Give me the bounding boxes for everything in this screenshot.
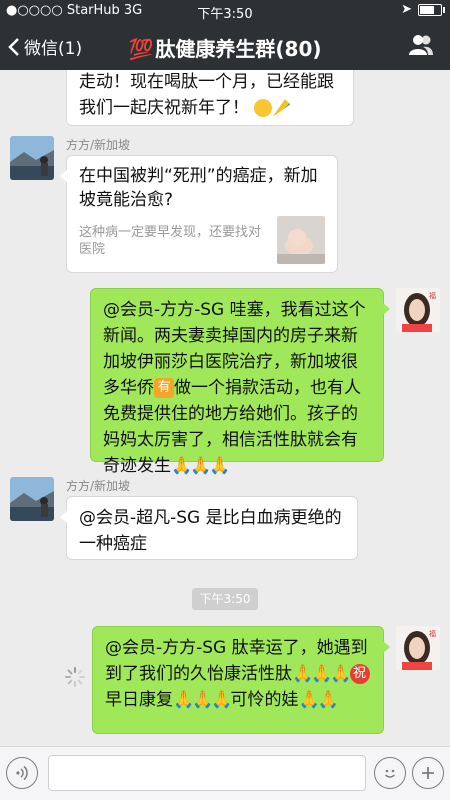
hundred-points-icon: 💯 — [128, 37, 154, 61]
chat-title: 💯 肽健康养生群(80) — [0, 33, 450, 62]
location-icon: ➤ — [401, 2, 412, 17]
message-text: 早日康复 — [105, 690, 173, 710]
group-members-button[interactable] — [408, 34, 434, 60]
group-name: 肽健康养生群(80) — [155, 37, 322, 61]
party-popper-icon — [272, 99, 291, 117]
time-divider: 下午3:50 — [192, 588, 258, 610]
voice-button[interactable] — [6, 757, 38, 789]
pray-emoji-icon: 🙏🙏🙏 — [171, 456, 230, 476]
nav-bar: 微信(1) 💯 肽健康养生群(80) — [0, 22, 450, 70]
avatar[interactable] — [10, 477, 54, 521]
status-bar: ●○○○○ StarHub 3G 下午3:50 ➤ — [0, 0, 450, 22]
battery-icon — [418, 3, 445, 16]
sender-name: 方方/新加坡 — [66, 479, 131, 493]
have-emoji-icon: 有 — [154, 378, 174, 398]
link-card[interactable]: 在中国被判“死刑”的癌症，新加坡竟能治愈? 这种病一定要早发现，还要找对医院 — [60, 155, 338, 273]
message-input[interactable] — [48, 755, 366, 791]
pray-emoji-icon: 🙏🙏🙏 — [292, 664, 351, 684]
status-time: 下午3:50 — [197, 7, 253, 22]
card-description: 这种病一定要早发现，还要找对医院 — [79, 225, 262, 257]
chat-area[interactable]: 走动！现在喝肽一个月，已经能跟我们一起庆祝新年了！ 方方/新加坡 在中国被判“死… — [0, 70, 450, 746]
svg-text:福: 福 — [429, 629, 436, 638]
message-text: 走动！现在喝肽一个月，已经能跟我们一起庆祝新年了！ — [79, 72, 334, 118]
smiley-icon — [385, 769, 395, 778]
message-bubble[interactable]: 走动！现在喝肽一个月，已经能跟我们一起庆祝新年了！ — [66, 70, 354, 126]
card-title: 在中国被判“死刑”的癌症，新加坡竟能治愈? — [79, 166, 318, 210]
more-button[interactable] — [412, 757, 444, 789]
sending-spinner-icon — [65, 667, 85, 687]
sender-name: 方方/新加坡 — [66, 138, 131, 152]
grin-emoji-icon — [254, 99, 273, 117]
message-bubble[interactable]: @会员-超凡-SG 是比白血病更绝的一种癌症 — [60, 496, 358, 560]
card-thumbnail — [277, 216, 325, 264]
message-bubble[interactable]: @会员-方方-SG 肽幸运了，她遇到到了我们的久怡康活性肽🙏🙏🙏 祝早日康复🙏🙏🙏… — [92, 626, 390, 734]
my-avatar[interactable]: 福 — [396, 288, 440, 332]
input-bar — [0, 746, 450, 800]
message-bubble[interactable]: @会员-方方-SG 哇塞，我看过这个新闻。两夫妻卖掉国内的房子来新加坡伊丽莎白医… — [90, 288, 390, 476]
my-avatar[interactable]: 福 — [396, 626, 440, 670]
voice-icon — [16, 765, 28, 781]
pray-emoji-icon: 🙏🙏🙏 — [173, 690, 232, 710]
message-text: 可怜的娃 — [230, 690, 299, 710]
plus-icon — [422, 767, 434, 779]
message-text: @会员-超凡-SG 是比白血病更绝的一种癌症 — [79, 508, 342, 554]
svg-text:福: 福 — [429, 291, 436, 300]
pray-emoji-icon: 🙏🙏 — [298, 690, 339, 710]
bless-emoji-icon: 祝 — [349, 664, 370, 684]
avatar[interactable] — [10, 136, 54, 180]
emoji-button[interactable] — [374, 757, 406, 789]
group-members-icon — [409, 35, 433, 55]
